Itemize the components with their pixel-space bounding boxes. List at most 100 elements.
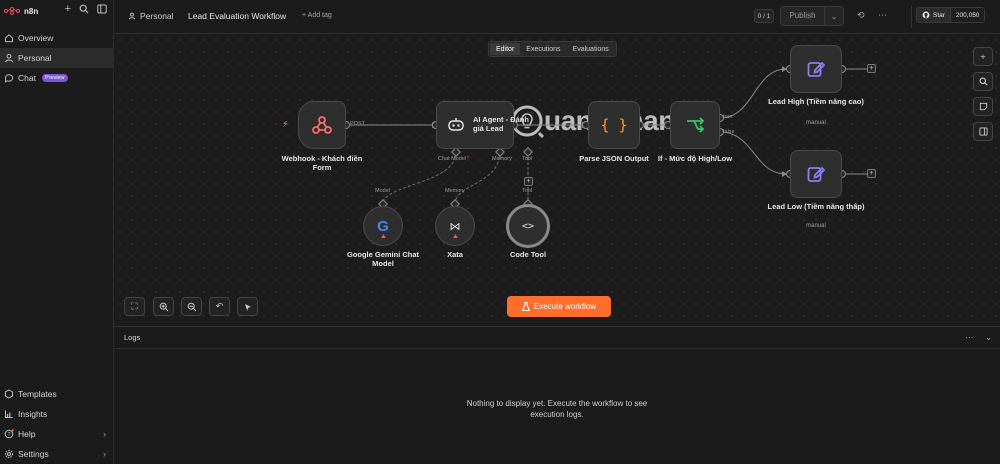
- top-bar: Personal Lead Evaluation Workflow + Add …: [114, 0, 1000, 34]
- chevron-down-icon[interactable]: ⌄: [985, 333, 992, 342]
- preview-badge: Preview: [41, 74, 68, 82]
- fit-view-button[interactable]: ⛶: [124, 297, 145, 316]
- port-label-model: Model: [375, 188, 390, 194]
- add-node-button[interactable]: +: [973, 47, 993, 66]
- add-node-after-high-button[interactable]: +: [867, 64, 876, 73]
- workflow-title[interactable]: Lead Evaluation Workflow: [188, 11, 286, 21]
- trigger-bolt-icon: ⚡: [282, 119, 289, 129]
- port-label-true: true: [723, 114, 733, 120]
- publish-button[interactable]: Publish ⌄: [780, 6, 844, 26]
- templates-icon: [4, 389, 14, 399]
- home-icon: [5, 34, 13, 43]
- edit-icon: [807, 166, 826, 182]
- sidebar-nav: Overview Personal Chat Preview: [0, 28, 114, 88]
- code-braces-icon: { }: [600, 116, 628, 134]
- star-text: Star: [933, 11, 945, 19]
- sidebar-item-label: Templates: [18, 389, 57, 399]
- search-icon[interactable]: [79, 4, 89, 14]
- zoom-out-button[interactable]: [181, 297, 202, 316]
- sidebar-item-overview[interactable]: Overview: [0, 28, 114, 48]
- node-label-parse: Parse JSON Output: [579, 154, 649, 163]
- node-gemini[interactable]: G ▲: [363, 206, 403, 246]
- sub-port: [523, 147, 533, 157]
- publish-label: Publish: [781, 7, 825, 25]
- user-icon: [5, 53, 13, 63]
- history-icon[interactable]: ⟲: [857, 10, 865, 21]
- node-webhook[interactable]: [298, 101, 346, 149]
- sidebar-item-chat[interactable]: Chat Preview: [0, 68, 114, 88]
- chevron-down-icon[interactable]: ⌄: [825, 12, 843, 21]
- execute-workflow-label: Execute workflow: [533, 302, 597, 311]
- connection-if-false: [719, 131, 787, 175]
- svg-text:?: ?: [7, 432, 10, 438]
- sidebar-bottom-nav: Templates Insights ? Help › Settings ›: [0, 384, 114, 464]
- sidebar-item-insights[interactable]: Insights: [0, 404, 114, 424]
- node-lead-low[interactable]: [790, 150, 842, 198]
- toggle-panel-button[interactable]: [973, 122, 993, 141]
- node-label-code: Code Tool: [509, 250, 547, 259]
- logs-title: Logs: [124, 333, 141, 342]
- node-xata[interactable]: ⋈ ▲: [435, 206, 475, 246]
- add-tool-button[interactable]: +: [524, 177, 533, 186]
- node-parse-json[interactable]: { }: [588, 101, 640, 149]
- github-star-button[interactable]: Star 200,050: [916, 7, 986, 23]
- execute-workflow-button[interactable]: Execute workflow: [507, 296, 611, 317]
- tidy-up-button[interactable]: [237, 297, 258, 316]
- sidebar-item-templates[interactable]: Templates: [0, 384, 114, 404]
- connections-layer: [342, 65, 867, 209]
- panel-icon: [978, 127, 988, 136]
- brand[interactable]: n8n: [4, 4, 38, 18]
- star-count: 200,050: [949, 8, 985, 22]
- sticky-note-button[interactable]: [973, 97, 993, 116]
- breadcrumb-project: Personal: [140, 11, 174, 21]
- add-icon[interactable]: +: [65, 3, 71, 15]
- node-label-lead-low: Lead Low (Tiềm năng thấp): [767, 202, 865, 211]
- node-sub-lead-high: manual: [806, 120, 826, 126]
- warning-icon: ▲: [452, 233, 459, 240]
- more-options-icon[interactable]: ⋯: [878, 10, 887, 21]
- breadcrumb[interactable]: Personal: [128, 11, 174, 21]
- more-options-icon[interactable]: ⋯: [965, 333, 973, 342]
- port-label-false: false: [723, 129, 735, 135]
- port-label-memory: Memory: [492, 156, 512, 162]
- port-label-post: POST: [350, 121, 365, 127]
- sidebar-item-settings[interactable]: Settings ›: [0, 444, 114, 464]
- github-star-label: Star: [917, 8, 950, 22]
- port-label-chat-model: Chat Model: [438, 156, 467, 162]
- n8n-logo-icon: [4, 7, 20, 15]
- node-label-webhook: Webhook - Khách điền Form: [281, 154, 363, 172]
- zoom-in-button[interactable]: [153, 297, 174, 316]
- branch-icon: [687, 117, 705, 133]
- node-code-tool[interactable]: <>: [506, 204, 550, 248]
- logs-panel: Logs ⋯ ⌄ Nothing to display yet. Execute…: [114, 326, 1000, 464]
- zoom-out-icon: [187, 302, 196, 311]
- edit-icon: [807, 61, 826, 77]
- required-asterisk: *: [467, 156, 470, 162]
- workflow-canvas[interactable]: uantrimang Editor Executions Evaluations: [114, 34, 1000, 326]
- chevron-right-icon: ›: [103, 429, 106, 439]
- undo-button[interactable]: ↶: [209, 297, 230, 316]
- add-tag-link[interactable]: + Add tag: [302, 12, 332, 19]
- port-label-memory-sub: Memory: [445, 188, 465, 194]
- code-icon: <>: [521, 220, 535, 232]
- insights-icon: [5, 410, 13, 418]
- n8n-app: n8n + Overview Personal Chat Preview Tem…: [0, 0, 1000, 464]
- node-label-xata: Xata: [447, 250, 463, 259]
- logs-header[interactable]: Logs: [114, 327, 1000, 349]
- node-lead-high[interactable]: [790, 45, 842, 93]
- node-sub-lead-low: manual: [806, 223, 826, 229]
- add-node-after-low-button[interactable]: +: [867, 169, 876, 178]
- sidebar-item-label: Personal: [18, 53, 52, 63]
- sidebar: n8n + Overview Personal Chat Preview Tem…: [0, 0, 114, 464]
- canvas-right-tools: +: [973, 47, 993, 147]
- search-nodes-button[interactable]: [973, 72, 993, 91]
- port-label-tool-sub: Tool: [522, 188, 533, 194]
- chevron-right-icon: ›: [103, 449, 106, 459]
- sidebar-item-personal[interactable]: Personal: [0, 48, 114, 68]
- cursor-sparkle-icon: [244, 303, 251, 311]
- node-if[interactable]: [670, 101, 720, 149]
- sidebar-item-help[interactable]: ? Help ›: [0, 424, 114, 444]
- sidebar-item-label: Help: [18, 429, 36, 439]
- sidebar-item-label: Settings: [18, 449, 49, 459]
- collapse-sidebar-icon[interactable]: [97, 4, 107, 14]
